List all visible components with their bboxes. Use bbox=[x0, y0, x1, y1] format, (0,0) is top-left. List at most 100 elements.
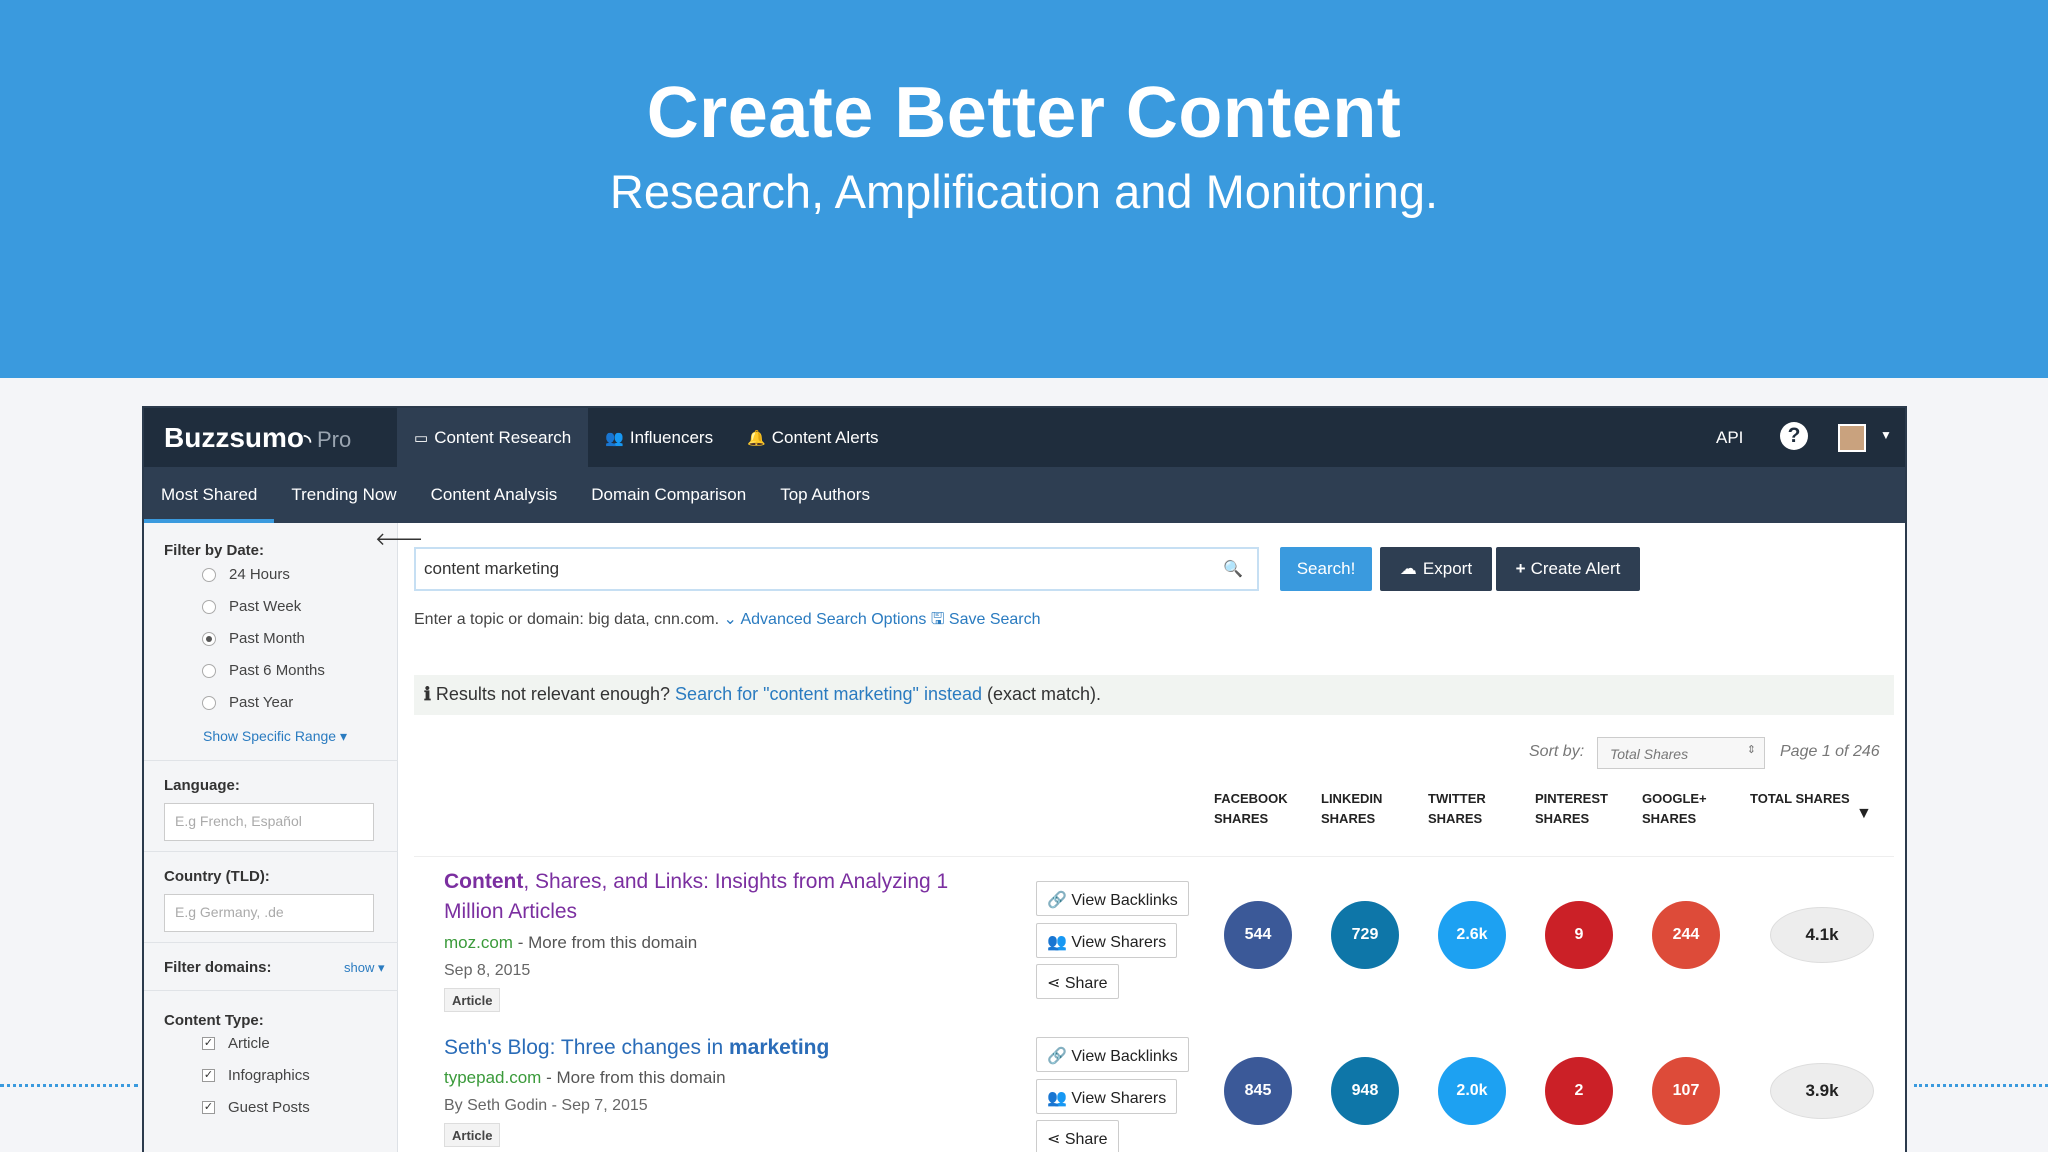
country-input[interactable]: E.g Germany, .de bbox=[164, 894, 374, 932]
action-label: View Sharers bbox=[1071, 1090, 1167, 1107]
search-input-value: content marketing bbox=[424, 559, 560, 578]
nav-label: Content Alerts bbox=[771, 427, 879, 447]
content-type-article[interactable]: ✓ Article bbox=[202, 1035, 270, 1052]
more-from-domain[interactable]: - More from this domain bbox=[546, 1068, 726, 1087]
nav-content-research[interactable]: ▭ Content Research bbox=[397, 408, 589, 467]
linkedin-shares-count: 948 bbox=[1331, 1057, 1399, 1125]
sort-desc-icon[interactable]: ▼ bbox=[1856, 805, 1872, 823]
create-alert-label: Create Alert bbox=[1530, 559, 1621, 578]
content-type-label: Infographics bbox=[228, 1067, 310, 1084]
link-icon: 🔗 bbox=[1047, 892, 1067, 909]
advanced-search-link[interactable]: ⌄ Advanced Search Options bbox=[724, 611, 927, 628]
date-option-past-month[interactable]: Past Month bbox=[202, 630, 305, 647]
tab-domain-comparison[interactable]: Domain Comparison bbox=[574, 467, 763, 523]
total-shares-count: 4.1k bbox=[1770, 907, 1874, 963]
nav-label: Influencers bbox=[629, 427, 714, 447]
view-sharers-button[interactable]: 👥 View Sharers bbox=[1036, 923, 1178, 958]
domain-link[interactable]: moz.com bbox=[444, 933, 513, 952]
result-date: Sep 8, 2015 bbox=[444, 962, 531, 979]
language-heading: Language: bbox=[164, 777, 240, 794]
facebook-shares-count: 845 bbox=[1224, 1057, 1292, 1125]
col-subtitle: SHARES bbox=[1214, 811, 1269, 826]
facebook-shares-count: 544 bbox=[1224, 901, 1292, 969]
more-from-domain[interactable]: - More from this domain bbox=[518, 933, 698, 952]
col-subtitle: SHARES bbox=[1642, 811, 1697, 826]
radio-icon bbox=[202, 663, 216, 678]
col-pinterest-shares[interactable]: PINTEREST SHARES bbox=[1535, 789, 1608, 829]
content-type-guest-posts[interactable]: ✓ Guest Posts bbox=[202, 1099, 310, 1116]
save-search-label: Save Search bbox=[948, 611, 1041, 628]
sort-select[interactable]: Total Shares ⇕ bbox=[1597, 737, 1765, 769]
col-google-shares[interactable]: GOOGLE+ SHARES bbox=[1642, 789, 1707, 829]
hint-text: Enter a topic or domain: big data, cnn.c… bbox=[414, 611, 720, 628]
checkbox-checked-icon: ✓ bbox=[202, 1101, 215, 1114]
date-option-past-week[interactable]: Past Week bbox=[202, 598, 301, 615]
language-input[interactable]: E.g French, Español bbox=[164, 803, 374, 841]
linkedin-shares-count: 729 bbox=[1331, 901, 1399, 969]
col-title: LINKEDIN bbox=[1321, 791, 1383, 806]
create-alert-button[interactable]: + Create Alert bbox=[1496, 547, 1640, 591]
date-option-label: Past Month bbox=[229, 630, 305, 647]
content-type-heading: Content Type: bbox=[164, 1012, 264, 1029]
divider bbox=[144, 942, 398, 943]
notice-suffix: (exact match). bbox=[987, 684, 1102, 704]
tab-content-analysis[interactable]: Content Analysis bbox=[414, 467, 575, 523]
result-domain[interactable]: typepad.com - More from this domain bbox=[444, 1068, 726, 1088]
export-label: Export bbox=[1422, 559, 1473, 578]
search-button[interactable]: Search! bbox=[1280, 547, 1372, 591]
content-type-infographics[interactable]: ✓ Infographics bbox=[202, 1067, 310, 1084]
divider bbox=[144, 990, 398, 991]
show-range-link[interactable]: Show Specific Range ▾ bbox=[203, 728, 347, 745]
export-button[interactable]: ☁ Export bbox=[1380, 547, 1492, 591]
col-facebook-shares[interactable]: FACEBOOK SHARES bbox=[1214, 789, 1288, 829]
col-total-shares[interactable]: TOTAL SHARES bbox=[1750, 789, 1850, 809]
action-label: View Sharers bbox=[1071, 934, 1167, 951]
date-option-label: Past 6 Months bbox=[229, 662, 325, 679]
nav-influencers[interactable]: 👥 Influencers bbox=[588, 408, 730, 467]
action-label: Share bbox=[1064, 1131, 1108, 1148]
search-input[interactable]: content marketing 🔍 bbox=[414, 547, 1259, 591]
nav-content-alerts[interactable]: 🔔 Content Alerts bbox=[730, 408, 895, 467]
decorative-dots-right bbox=[1914, 1084, 2048, 1088]
date-option-past-year[interactable]: Past Year bbox=[202, 694, 293, 711]
share-button[interactable]: ⋖ Share bbox=[1036, 1120, 1119, 1152]
tab-most-shared[interactable]: Most Shared bbox=[144, 467, 275, 523]
result-domain[interactable]: moz.com - More from this domain bbox=[444, 933, 697, 953]
api-link[interactable]: API bbox=[1716, 428, 1743, 448]
date-option-label: Past Week bbox=[229, 598, 302, 615]
logo[interactable]: Buzzsumo◝ Pro bbox=[164, 422, 351, 454]
bell-icon: 🔔 bbox=[747, 429, 766, 447]
save-search-link[interactable]: 🖫 Save Search bbox=[931, 611, 1041, 628]
share-button[interactable]: ⋖ Share bbox=[1036, 964, 1119, 999]
col-twitter-shares[interactable]: TWITTER SHARES bbox=[1428, 789, 1486, 829]
help-icon[interactable]: ? bbox=[1780, 422, 1808, 450]
divider bbox=[414, 856, 1894, 857]
view-backlinks-button[interactable]: 🔗 View Backlinks bbox=[1036, 881, 1189, 916]
result-title-link[interactable]: Seth's Blog: Three changes in marketing bbox=[444, 1033, 1004, 1063]
logo-text: Buzzsumo bbox=[164, 422, 304, 453]
date-option-past-6-months[interactable]: Past 6 Months bbox=[202, 662, 325, 679]
domain-link[interactable]: typepad.com bbox=[444, 1068, 541, 1087]
caret-down-icon[interactable]: ▼ bbox=[1880, 428, 1892, 442]
avatar[interactable] bbox=[1838, 424, 1866, 452]
link-icon: 🔗 bbox=[1047, 1048, 1067, 1065]
chevron-down-icon: ⌄ bbox=[723, 611, 737, 628]
app-window: Buzzsumo◝ Pro ▭ Content Research 👥 Influenc… bbox=[142, 406, 1907, 1152]
radio-icon bbox=[202, 599, 216, 614]
filter-domains-show[interactable]: show ▾ bbox=[344, 960, 385, 976]
tab-top-authors[interactable]: Top Authors bbox=[763, 467, 887, 523]
content-type-label: Article bbox=[228, 1035, 270, 1052]
info-icon: ℹ bbox=[424, 684, 431, 704]
title-keyword: marketing bbox=[728, 1036, 830, 1059]
total-shares-count: 3.9k bbox=[1770, 1063, 1874, 1119]
radio-icon bbox=[202, 567, 216, 582]
exact-match-link[interactable]: Search for "content marketing" instead bbox=[675, 684, 982, 704]
date-option-24-hours[interactable]: 24 Hours bbox=[202, 566, 290, 583]
result-title-link[interactable]: Content, Shares, and Links: Insights fro… bbox=[444, 867, 1004, 927]
view-sharers-button[interactable]: 👥 View Sharers bbox=[1036, 1079, 1178, 1114]
tab-trending-now[interactable]: Trending Now bbox=[274, 467, 413, 523]
col-linkedin-shares[interactable]: LINKEDIN SHARES bbox=[1321, 789, 1382, 829]
date-option-label: 24 Hours bbox=[229, 566, 290, 583]
radio-icon bbox=[202, 695, 216, 710]
view-backlinks-button[interactable]: 🔗 View Backlinks bbox=[1036, 1037, 1189, 1072]
